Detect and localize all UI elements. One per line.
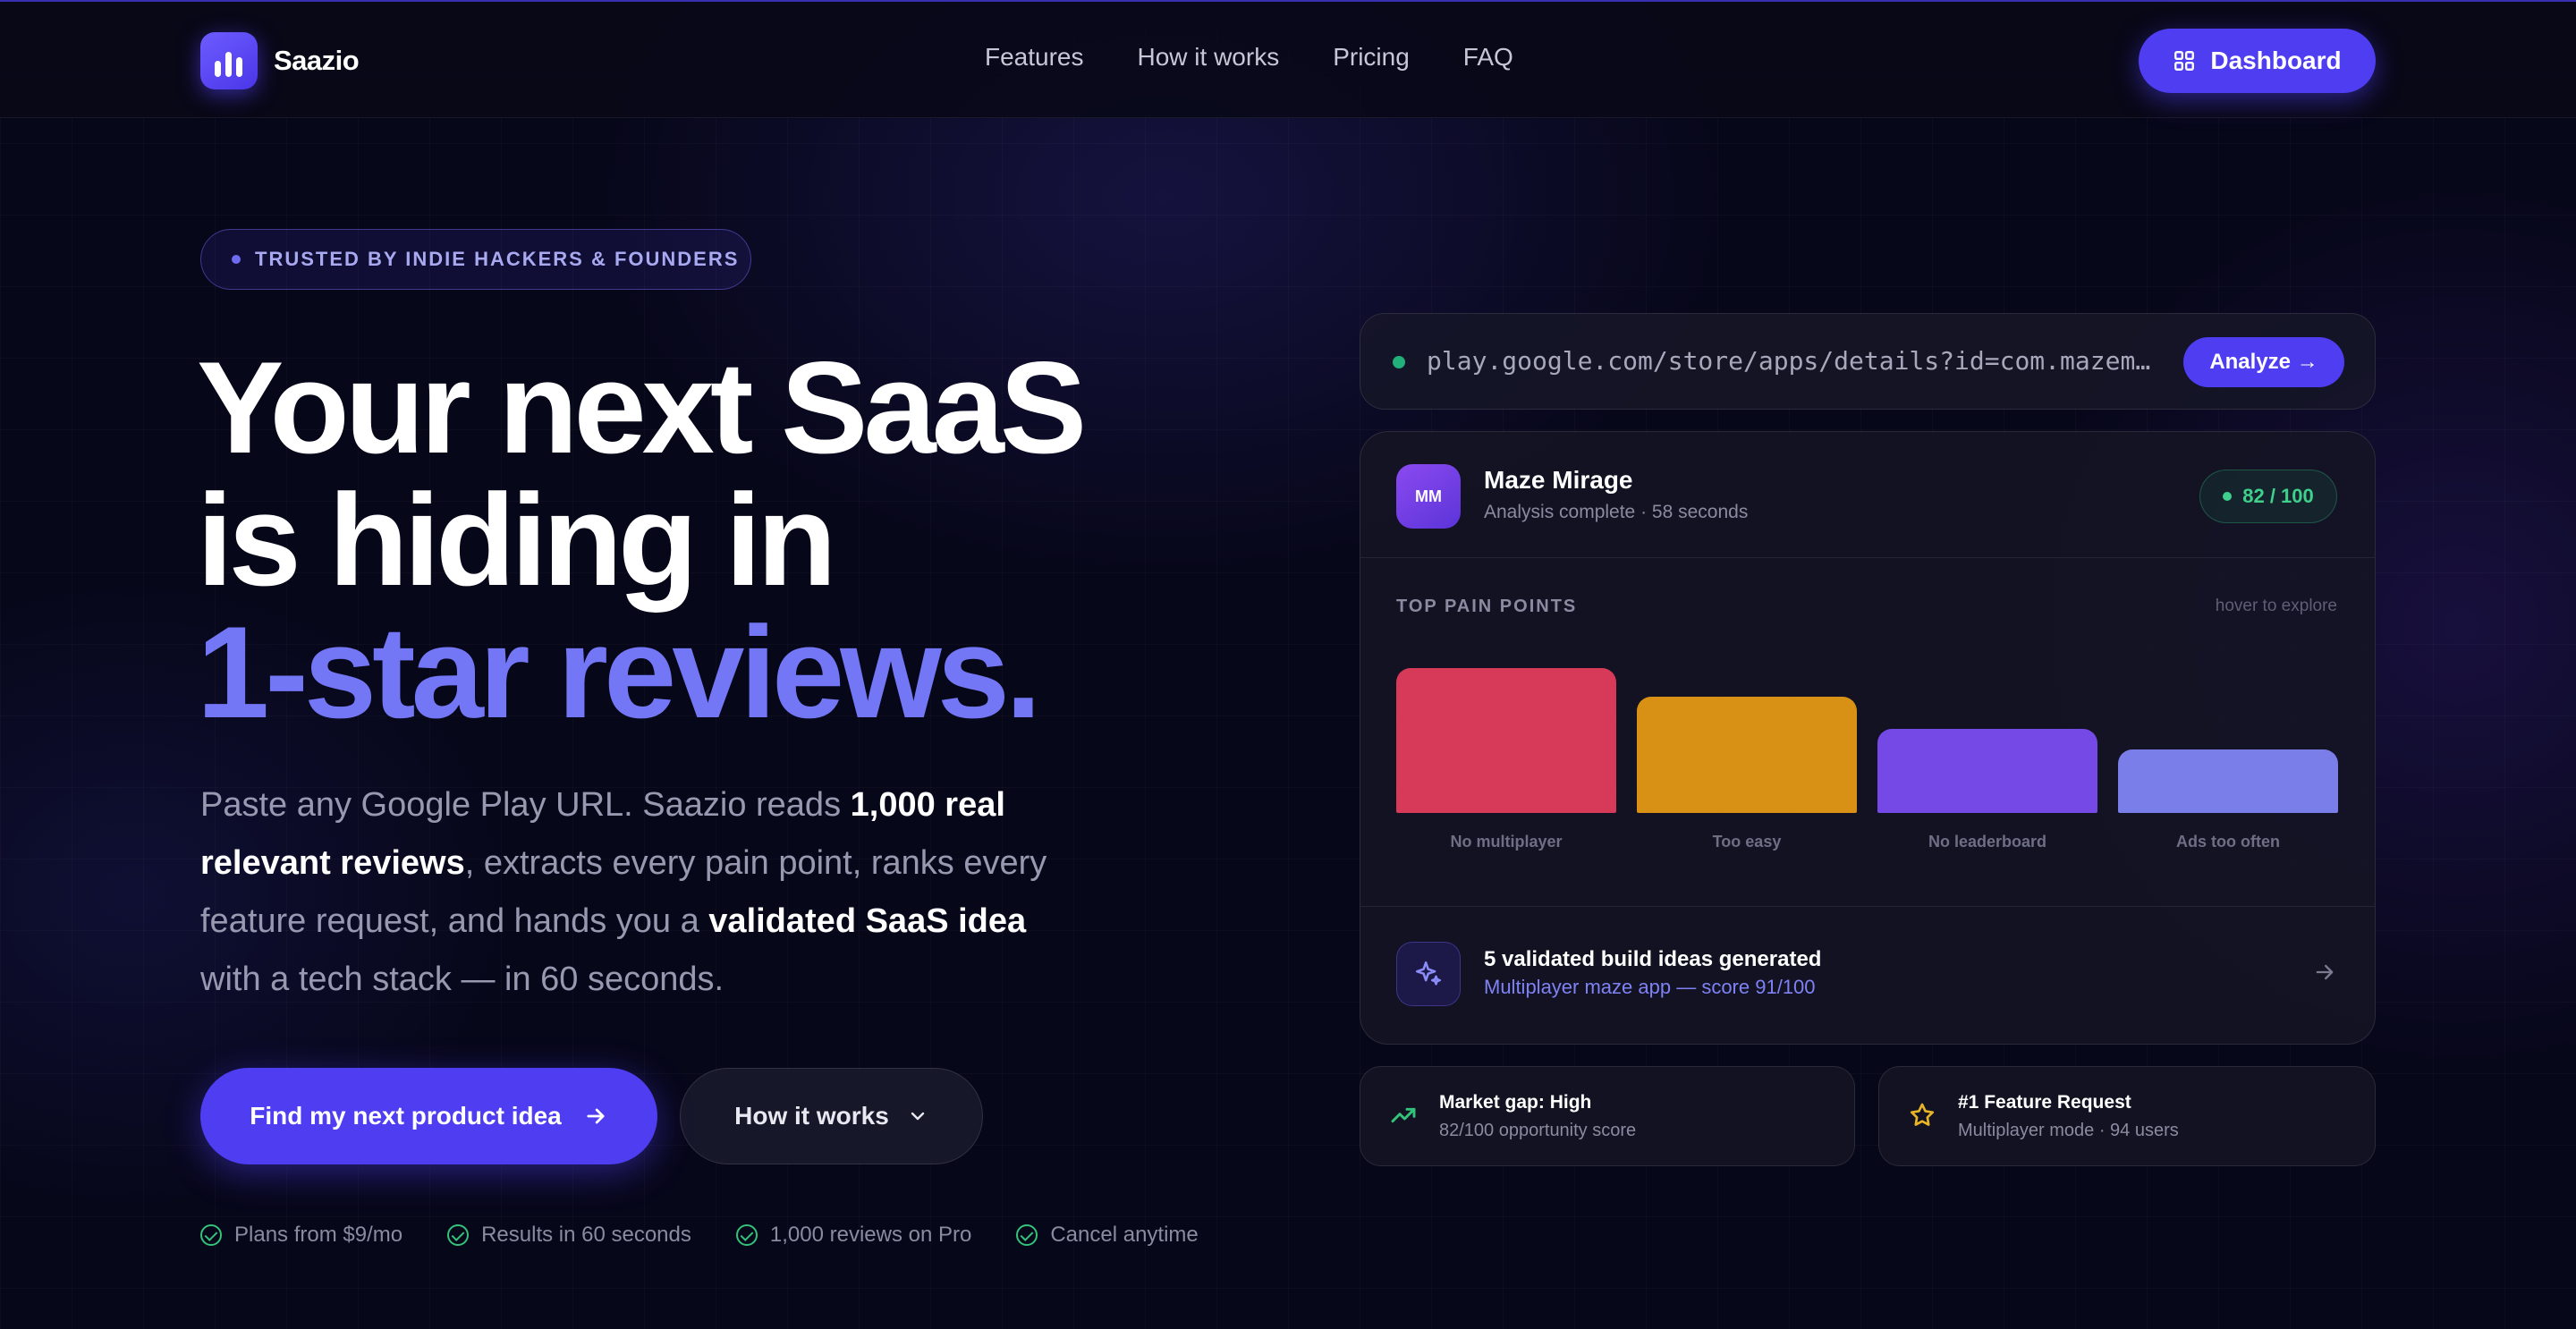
badge-text: TRUSTED BY INDIE HACKERS & FOUNDERS [255,248,740,270]
check-circle-icon [200,1224,222,1246]
nav-links: Features How it works Pricing FAQ [985,43,1513,72]
feature-request-sub: Multiplayer mode · 94 users [1958,1121,2179,1140]
url-input-bar: play.google.com/store/apps/details?id=co… [1360,313,2376,410]
arrow-right-icon[interactable] [2312,960,2337,992]
market-gap-title: Market gap: High [1439,1092,1592,1113]
url-input[interactable]: play.google.com/store/apps/details?id=co… [1427,346,2160,376]
chart-bar-label: No leaderboard [1928,833,2047,851]
check-item: 1,000 reviews on Pro [735,1223,972,1248]
brand-logo[interactable]: Saazio [200,32,360,89]
trust-badge: TRUSTED BY INDIE HACKERS & FOUNDERS [200,229,751,290]
how-it-works-button-label: How it works [734,1102,889,1130]
ideas-title: 5 validated build ideas generated [1484,947,1822,971]
feature-checklist: Plans from $9/mo Results in 60 seconds 1… [200,1223,1199,1248]
analyze-button[interactable]: Analyze → [2183,337,2344,387]
score-value: 82 / 100 [2242,485,2314,507]
feature-request-card: #1 Feature Request Multiplayer mode · 94… [1878,1066,2376,1166]
hero-headline: Your next SaaS is hiding in 1-star revie… [197,334,1087,745]
top-navbar: Saazio Features How it works Pricing FAQ… [0,0,2576,118]
nav-link-features[interactable]: Features [985,43,1084,72]
find-idea-button[interactable]: Find my next product idea [200,1068,657,1164]
feature-request-title: #1 Feature Request [1958,1092,2131,1113]
card-divider [1360,906,2375,907]
check-label: Results in 60 seconds [481,1223,691,1247]
chevron-down-icon [911,1112,925,1121]
check-item: Results in 60 seconds [447,1223,691,1248]
trending-up-icon [1391,1107,1416,1123]
sub-text-1: Paste any Google Play URL. Saazio reads [200,786,851,824]
check-label: Plans from $9/mo [234,1223,403,1247]
how-it-works-button[interactable]: How it works [680,1068,983,1164]
pain-points-title: TOP PAIN POINTS [1396,597,1578,616]
chart-bar[interactable] [2118,749,2338,813]
check-circle-icon [735,1224,758,1246]
chart-bars-icon [200,32,258,89]
headline-line-1: Your next SaaS [197,334,1087,480]
star-icon [1910,1103,1935,1126]
analysis-status: Analysis complete · 58 seconds [1484,502,1749,522]
headline-accent: 1-star reviews. [197,599,1042,745]
app-avatar: MM [1396,464,1461,529]
score-badge: 82 / 100 [2199,470,2337,523]
check-circle-icon [447,1224,470,1246]
hero-subtitle: Paste any Google Play URL. Saazio reads … [200,776,1095,1009]
arrow-right-icon [587,1108,605,1124]
nav-link-faq[interactable]: FAQ [1463,43,1513,72]
dashboard-button[interactable]: Dashboard [2139,29,2376,93]
market-gap-sub: 82/100 opportunity score [1439,1121,1637,1140]
chart-bar[interactable] [1877,729,2097,813]
ideas-subtitle: Multiplayer maze app — score 91/100 [1484,976,1816,998]
card-divider [1360,557,2375,558]
pain-points-chart: No multiplayer Too easy No leaderboard Ads … [1396,647,2338,870]
grid-icon [2174,51,2195,71]
sub-text-3: with a tech stack — in 60 seconds. [200,961,724,998]
find-idea-button-label: Find my next product idea [250,1102,562,1130]
chart-bar-label: No multiplayer [1450,833,1563,851]
pain-points-hint: hover to explore [2215,597,2337,615]
status-dot [1393,356,1405,368]
chart-bar-label: Too easy [1712,833,1782,851]
chart-bar-label: Ads too often [2176,833,2280,851]
market-gap-card: Market gap: High 82/100 opportunity scor… [1360,1066,1855,1166]
check-circle-icon [1016,1224,1038,1246]
sparkles-icon [1396,942,1461,1006]
check-label: Cancel anytime [1050,1223,1199,1247]
sub-bold-2: validated SaaS idea [708,902,1027,940]
check-item: Cancel anytime [1016,1223,1199,1248]
analysis-card: MM Maze Mirage Analysis complete · 58 se… [1360,431,2376,1045]
score-dot [2223,492,2233,501]
chart-bar[interactable] [1396,668,1616,813]
check-item: Plans from $9/mo [200,1223,402,1248]
chart-bar[interactable] [1637,697,1857,813]
brand-name: Saazio [274,45,360,76]
check-label: 1,000 reviews on Pro [769,1223,972,1247]
headline-line-2: is hiding in [197,467,837,613]
app-name: Maze Mirage [1484,466,1633,494]
nav-link-how-it-works[interactable]: How it works [1138,43,1280,72]
badge-dot [232,255,241,264]
dashboard-button-label: Dashboard [2210,47,2342,74]
nav-link-pricing[interactable]: Pricing [1333,43,1410,72]
